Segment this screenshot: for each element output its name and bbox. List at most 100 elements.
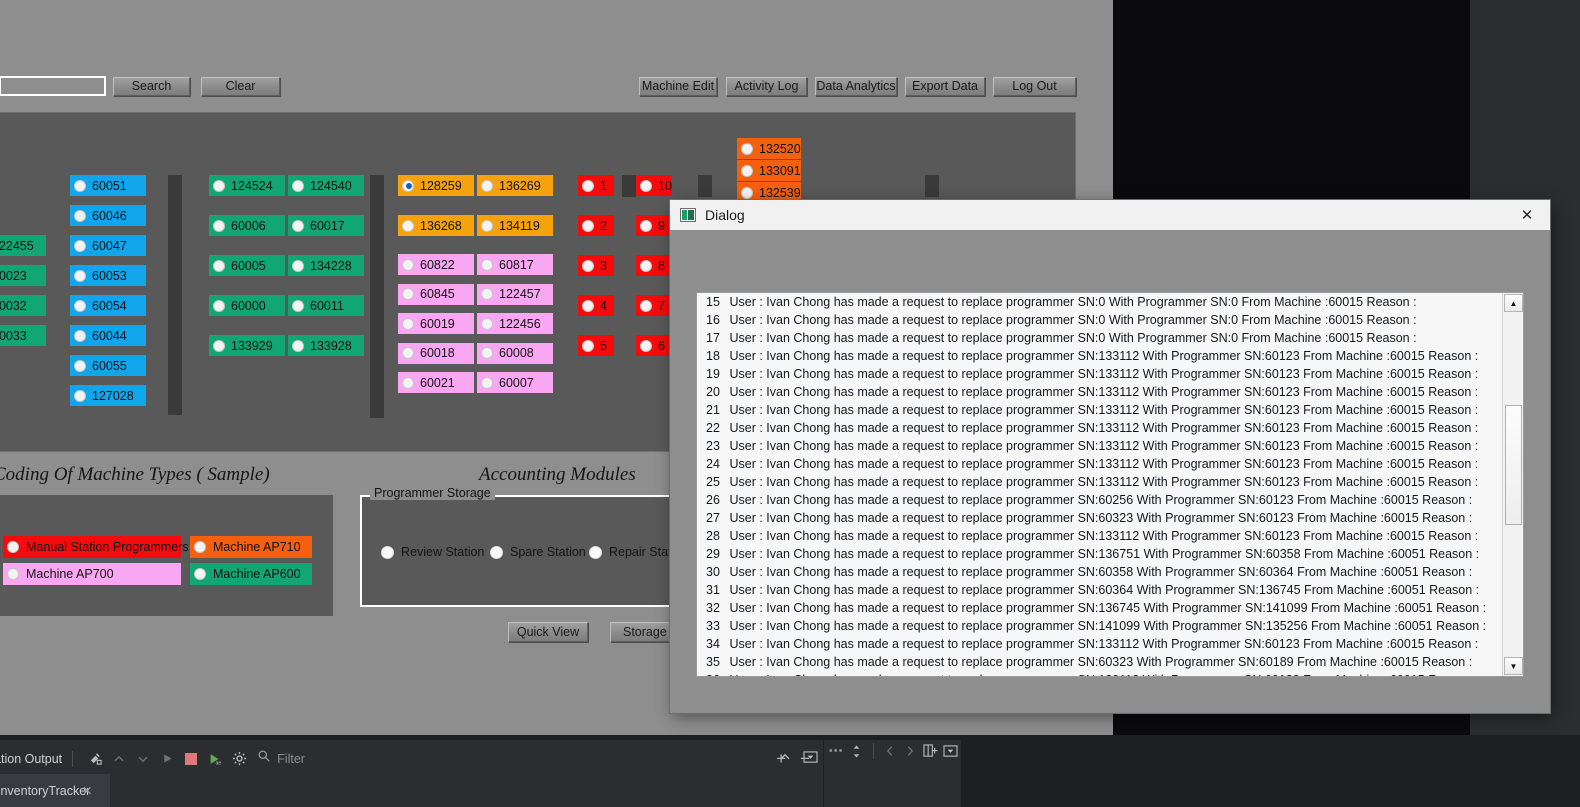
machine-button[interactable]: 8 — [636, 255, 672, 276]
machine-button[interactable]: 122457 — [477, 283, 553, 305]
radio-icon[interactable] — [194, 541, 206, 553]
machine-button[interactable]: 127028 — [70, 385, 146, 406]
radio-icon[interactable] — [74, 359, 86, 372]
radio-icon[interactable] — [213, 179, 225, 192]
activity-log-button[interactable]: Activity Log — [726, 77, 807, 96]
machine-button[interactable]: 4 — [578, 295, 614, 316]
activity-log-row[interactable]: 19 User : Ivan Chong has made a request … — [697, 365, 1501, 383]
machine-button[interactable]: 10023 — [0, 265, 46, 286]
radio-icon[interactable] — [582, 259, 594, 272]
radio-icon[interactable] — [7, 568, 19, 580]
machine-type-button[interactable]: Machine AP600 — [190, 563, 312, 585]
machine-button[interactable]: 136268 — [398, 215, 474, 236]
run-icon[interactable] — [155, 748, 179, 770]
machine-button[interactable]: 60018 — [398, 342, 474, 364]
search-button[interactable]: Search — [113, 77, 190, 96]
close-icon[interactable]: ✕ — [1504, 200, 1550, 230]
machine-type-button[interactable]: Manual Station Programmers — [3, 536, 189, 558]
machine-button[interactable]: 132520 — [737, 138, 801, 159]
activity-log-row[interactable]: 17 User : Ivan Chong has made a request … — [697, 329, 1501, 347]
radio-icon[interactable] — [402, 258, 414, 271]
radio-icon[interactable] — [74, 209, 86, 222]
activity-log-row[interactable]: 24 User : Ivan Chong has made a request … — [697, 455, 1501, 473]
radio-icon[interactable] — [402, 317, 414, 330]
machine-type-button[interactable]: Machine AP710 — [190, 536, 312, 558]
machine-button[interactable]: 122455 — [0, 235, 46, 256]
clear-button[interactable]: Clear — [201, 77, 280, 96]
activity-log-row[interactable]: 21 User : Ivan Chong has made a request … — [697, 401, 1501, 419]
clear-output-icon[interactable] — [83, 748, 107, 770]
machine-button[interactable]: 60044 — [70, 325, 146, 346]
radio-icon[interactable] — [74, 179, 86, 192]
radio-icon[interactable] — [7, 541, 19, 553]
radio-icon[interactable] — [582, 299, 594, 312]
activity-log-row[interactable]: 23 User : Ivan Chong has made a request … — [697, 437, 1501, 455]
filter-field[interactable]: Filter — [257, 749, 305, 768]
machine-button[interactable]: 60005 — [209, 255, 285, 276]
radio-icon[interactable] — [589, 545, 602, 559]
machine-button[interactable]: 60047 — [70, 235, 146, 256]
machine-button[interactable]: 128259 — [398, 175, 474, 196]
radio-icon[interactable] — [402, 179, 414, 192]
radio-icon[interactable] — [74, 269, 86, 282]
activity-log-row[interactable]: 34 User : Ivan Chong has made a request … — [697, 635, 1501, 653]
activity-log-row[interactable]: 35 User : Ivan Chong has made a request … — [697, 653, 1501, 671]
activity-log-scrollbar[interactable]: ▲ ▼ — [1502, 293, 1523, 676]
machine-button[interactable]: 124540 — [288, 175, 364, 196]
machine-button[interactable]: 122456 — [477, 313, 553, 334]
scroll-down-icon[interactable] — [131, 748, 155, 770]
radio-icon[interactable] — [640, 259, 652, 272]
radio-icon[interactable] — [481, 288, 493, 300]
activity-log-row[interactable]: 16 User : Ivan Chong has made a request … — [697, 311, 1501, 329]
machine-button[interactable]: 60006 — [209, 215, 285, 236]
radio-icon[interactable] — [741, 186, 753, 199]
radio-icon[interactable] — [640, 339, 652, 352]
activity-log-row[interactable]: 25 User : Ivan Chong has made a request … — [697, 473, 1501, 491]
machine-button[interactable]: 60011 — [288, 295, 364, 316]
radio-icon[interactable] — [402, 288, 414, 300]
machine-button[interactable]: 60817 — [477, 254, 553, 275]
radio-icon[interactable] — [213, 299, 225, 312]
radio-icon[interactable] — [481, 258, 493, 271]
machine-button[interactable]: 10 — [636, 175, 672, 196]
machine-button[interactable]: 136269 — [477, 175, 553, 196]
activity-log-row[interactable]: 28 User : Ivan Chong has made a request … — [697, 527, 1501, 545]
machine-button[interactable]: 60055 — [70, 355, 146, 376]
activity-log-row[interactable]: 15 User : Ivan Chong has made a request … — [697, 293, 1501, 311]
radio-icon[interactable] — [292, 259, 304, 272]
radio-icon[interactable] — [481, 376, 493, 389]
machine-button[interactable]: 60051 — [70, 175, 146, 196]
machine-button[interactable]: 60008 — [477, 342, 553, 364]
dialog-title-bar[interactable]: Dialog — [670, 200, 1550, 230]
radio-icon[interactable] — [402, 376, 414, 389]
radio-icon[interactable] — [481, 179, 493, 192]
radio-icon[interactable] — [640, 219, 652, 232]
tab-close-icon[interactable]: ✕ — [82, 783, 92, 798]
radio-icon[interactable] — [74, 329, 86, 342]
activity-log-list[interactable]: 15 User : Ivan Chong has made a request … — [696, 292, 1524, 677]
machine-button[interactable]: 133929 — [209, 335, 285, 356]
radio-icon[interactable] — [640, 299, 652, 312]
activity-log-row[interactable]: 30 User : Ivan Chong has made a request … — [697, 563, 1501, 581]
quick-view-button[interactable]: Quick View — [508, 622, 588, 642]
machine-button[interactable]: 9 — [636, 215, 672, 236]
next-icon[interactable] — [900, 740, 920, 762]
machine-button[interactable]: 60845 — [398, 283, 474, 305]
activity-log-row[interactable]: 27 User : Ivan Chong has made a request … — [697, 509, 1501, 527]
machine-button[interactable]: 5 — [578, 335, 614, 356]
previous-icon[interactable] — [880, 740, 900, 762]
activity-log-row[interactable]: 20 User : Ivan Chong has made a request … — [697, 383, 1501, 401]
station-radio-option[interactable]: Spare Station — [490, 545, 586, 559]
radio-icon[interactable] — [741, 142, 753, 155]
export-data-button[interactable]: Export Data — [905, 77, 985, 96]
machine-button[interactable]: 60032 — [0, 295, 46, 316]
radio-icon[interactable] — [640, 179, 652, 192]
hide-panel-icon[interactable] — [941, 740, 961, 762]
radio-icon[interactable] — [582, 219, 594, 232]
gear-icon[interactable] — [227, 748, 251, 770]
machine-button[interactable]: 2 — [578, 215, 614, 236]
activity-log-row[interactable]: 18 User : Ivan Chong has made a request … — [697, 347, 1501, 365]
machine-button[interactable]: 60021 — [398, 372, 474, 393]
rerun-icon[interactable]: ae — [203, 748, 227, 770]
machine-edit-button[interactable]: Machine Edit — [639, 77, 717, 96]
